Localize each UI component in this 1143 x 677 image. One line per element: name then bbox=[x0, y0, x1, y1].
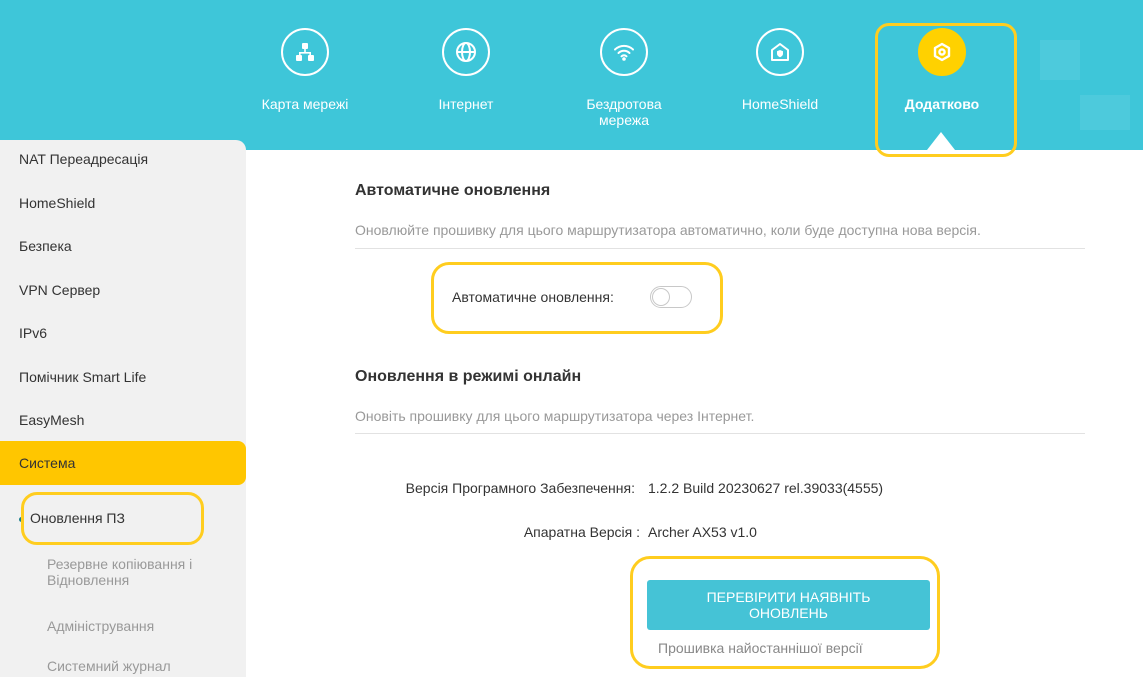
sidebar-subitem-label: Системний журнал bbox=[47, 658, 171, 674]
nav-tab-network-map[interactable]: Карта мережі bbox=[250, 28, 360, 112]
top-navigation-bar: Карта мережі Інтернет Бездротова мережа … bbox=[0, 0, 1143, 150]
gear-icon bbox=[918, 28, 966, 76]
globe-icon bbox=[442, 28, 490, 76]
online-update-description: Оновіть прошивку для цього маршрутизатор… bbox=[355, 408, 755, 424]
header-decoration bbox=[1080, 95, 1130, 130]
sidebar-item-security[interactable]: Безпека bbox=[0, 224, 246, 268]
sidebar-subitem-backup-restore[interactable]: Резервне копіювання і Відновлення bbox=[0, 556, 220, 588]
auto-update-title: Автоматичне оновлення bbox=[355, 182, 551, 199]
sidebar-item-nat-forwarding[interactable]: NAT Переадресація bbox=[0, 140, 246, 178]
nav-tab-label: Інтернет bbox=[438, 96, 494, 112]
sidebar-item-easymesh[interactable]: EasyMesh bbox=[0, 398, 246, 442]
check-for-updates-button[interactable]: ПЕРЕВІРИТИ НАЯВНІТЬ ОНОВЛЕНЬ bbox=[647, 580, 930, 630]
toggle-knob bbox=[652, 288, 670, 306]
auto-update-toggle-label: Автоматичне оновлення: bbox=[452, 289, 614, 305]
sidebar-subitem-firmware-update[interactable]: Оновлення ПЗ bbox=[0, 510, 246, 526]
wifi-icon bbox=[600, 28, 648, 76]
sidebar-subitem-label: Оновлення ПЗ bbox=[30, 510, 125, 526]
nav-tab-label: HomeShield bbox=[741, 96, 819, 112]
sidebar-subitem-system-log[interactable]: Системний журнал bbox=[0, 658, 246, 674]
sidebar-item-label: VPN Сервер bbox=[19, 282, 101, 298]
sidebar-item-smart-life[interactable]: Помічник Smart Life bbox=[0, 355, 246, 399]
section-divider bbox=[355, 248, 1085, 249]
sidebar-item-label: HomeShield bbox=[19, 195, 96, 211]
nav-tab-label: Бездротова мережа bbox=[586, 96, 662, 128]
sidebar-subitem-label: Адміністрування bbox=[47, 618, 155, 634]
nav-tab-label: Карта мережі bbox=[261, 96, 349, 112]
sidebar-item-label: Система bbox=[19, 455, 76, 471]
sidebar-item-vpn-server[interactable]: VPN Сервер bbox=[0, 268, 246, 312]
auto-update-description: Оновлюйте прошивку для цього маршрутизат… bbox=[355, 222, 981, 238]
firmware-status-text: Прошивка найостаннішої версії bbox=[658, 640, 863, 656]
hardware-version-label: Апаратна Версія : bbox=[523, 524, 640, 540]
home-shield-icon bbox=[756, 28, 804, 76]
sidebar-item-label: IPv6 bbox=[19, 325, 48, 341]
firmware-version-value: 1.2.2 Build 20230627 rel.39033(4555) bbox=[648, 480, 884, 496]
sidebar-item-system[interactable]: Система bbox=[0, 441, 246, 485]
nav-tab-label: Додатково bbox=[904, 96, 980, 112]
sidebar-item-label: Помічник Smart Life bbox=[19, 369, 147, 385]
nav-tab-advanced[interactable]: Додатково bbox=[887, 28, 997, 112]
nav-tab-homeshield[interactable]: HomeShield bbox=[725, 28, 835, 112]
sidebar-item-label: EasyMesh bbox=[19, 412, 85, 428]
firmware-version-label: Версія Програмного Забезпечення: bbox=[405, 480, 635, 496]
nav-tab-wireless[interactable]: Бездротова мережа bbox=[569, 28, 679, 128]
sidebar-item-label: NAT Переадресація bbox=[19, 151, 149, 167]
sidebar: NAT Переадресація HomeShield Безпека VPN… bbox=[0, 140, 246, 677]
auto-update-toggle[interactable] bbox=[650, 286, 692, 308]
nav-tab-internet[interactable]: Інтернет bbox=[411, 28, 521, 112]
section-divider bbox=[355, 433, 1085, 434]
hardware-version-value: Archer AX53 v1.0 bbox=[648, 524, 757, 540]
sidebar-subitem-administration[interactable]: Адміністрування bbox=[0, 618, 246, 634]
sidebar-item-homeshield[interactable]: HomeShield bbox=[0, 181, 246, 225]
header-decoration bbox=[1040, 40, 1080, 80]
sidebar-subitem-label: Резервне копіювання і Відновлення bbox=[47, 556, 193, 588]
current-page-dot bbox=[19, 516, 24, 522]
network-map-icon bbox=[281, 28, 329, 76]
online-update-title: Оновлення в режимі онлайн bbox=[355, 368, 582, 385]
active-tab-pointer bbox=[927, 132, 955, 150]
sidebar-item-label: Безпека bbox=[19, 238, 72, 254]
sidebar-item-ipv6[interactable]: IPv6 bbox=[0, 311, 246, 355]
